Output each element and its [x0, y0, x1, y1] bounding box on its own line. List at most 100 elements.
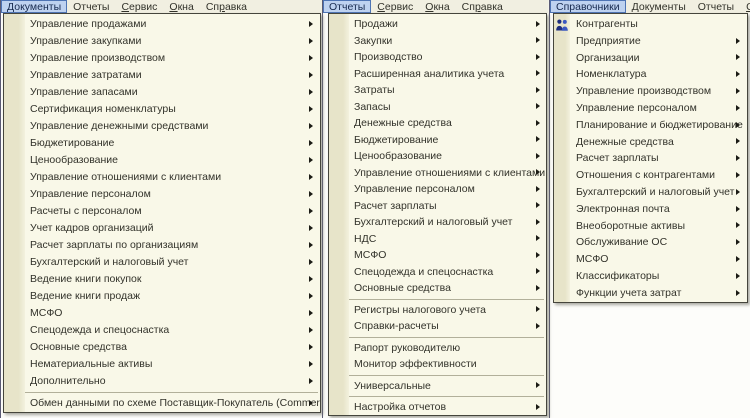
- menu-item[interactable]: Управление персоналом: [554, 100, 747, 117]
- menu-item[interactable]: Обслуживание ОС: [554, 234, 747, 251]
- menu-item-label: Планирование и бюджетирование: [576, 118, 743, 131]
- menu-item[interactable]: Бухгалтерский и налоговый учет: [329, 214, 546, 231]
- submenu-arrow-icon: [309, 191, 313, 197]
- menubar-item-сервис[interactable]: Сервис: [371, 0, 419, 13]
- menu-item[interactable]: Планирование и бюджетирование: [554, 117, 747, 134]
- menu-item[interactable]: Производство: [329, 49, 546, 66]
- menu-item[interactable]: Расширенная аналитика учета: [329, 66, 546, 83]
- menu-item[interactable]: Основные средства: [329, 280, 546, 297]
- submenu-arrow-icon: [536, 169, 540, 176]
- menu-item[interactable]: Спецодежда и спецоснастка: [4, 322, 320, 339]
- menubar-item-отчеты[interactable]: Отчеты: [67, 0, 115, 13]
- menu-item-label: Управление отношениями с клиентами: [354, 166, 546, 179]
- menu-item-label: Отношения с контрагентами: [576, 169, 716, 182]
- menubar-item-документы[interactable]: Документы: [626, 0, 692, 13]
- menu-item[interactable]: Управление денежными средствами: [4, 118, 320, 135]
- menu-item[interactable]: Обмен данными по схеме Поставщик-Покупат…: [4, 395, 320, 412]
- menu-item[interactable]: Денежные средства: [329, 115, 546, 132]
- menu-item[interactable]: Управление затратами: [4, 67, 320, 84]
- menubar-item-отчеты[interactable]: Отчеты: [323, 0, 372, 13]
- menu-item[interactable]: Основные средства: [4, 339, 320, 356]
- menu-item[interactable]: Бюджетирование: [329, 132, 546, 149]
- menu-item[interactable]: Монитор эффективности: [329, 356, 546, 373]
- menu-item[interactable]: Денежные средства: [554, 134, 747, 151]
- submenu-arrow-icon: [536, 185, 540, 192]
- menu-item[interactable]: Бюджетирование: [4, 135, 320, 152]
- menu-item[interactable]: Внеоборотные активы: [554, 218, 747, 235]
- menu-item[interactable]: Рапорт руководителю: [329, 340, 546, 357]
- menu-item[interactable]: Ценообразование: [4, 152, 320, 169]
- menu-item[interactable]: Управление продажами: [4, 16, 320, 33]
- menu-item[interactable]: Организации: [554, 50, 747, 67]
- menu-item[interactable]: МСФО: [329, 247, 546, 264]
- menu-item[interactable]: НДС: [329, 231, 546, 248]
- menu-item[interactable]: Нематериальные активы: [4, 356, 320, 373]
- menu-item-label: Организации: [576, 51, 640, 64]
- menubar-item-справка[interactable]: Сп р авка: [456, 0, 509, 13]
- submenu-arrow-icon: [309, 327, 313, 333]
- menu-item[interactable]: Регистры налогового учета: [329, 302, 546, 319]
- menu-item[interactable]: Управление персоналом: [4, 186, 320, 203]
- menubar-item-сервис[interactable]: Сервис: [115, 0, 163, 13]
- menubar-item-справка[interactable]: Сп р авка: [200, 0, 253, 13]
- menu-item[interactable]: Справки-расчеты: [329, 318, 546, 335]
- menu-item-label: Спецодежда и спецоснастка: [354, 265, 494, 278]
- menu-item[interactable]: Расчет зарплаты: [329, 198, 546, 215]
- menu-item[interactable]: Затраты: [329, 82, 546, 99]
- menu-item[interactable]: Сертификация номенклатуры: [4, 101, 320, 118]
- menu-item[interactable]: Управление запасами: [4, 84, 320, 101]
- menu-item[interactable]: Номенклатура: [554, 66, 747, 83]
- menu-item-label: Управление персоналом: [30, 188, 151, 200]
- menu-item-label: Справки-расчеты: [354, 320, 439, 332]
- menubar-item-окна[interactable]: Окна: [419, 0, 455, 13]
- menu-item[interactable]: Классификаторы: [554, 268, 747, 285]
- menubar-item-сервис[interactable]: Сервис: [740, 0, 750, 13]
- menu-item[interactable]: МСФО: [4, 305, 320, 322]
- submenu-arrow-icon: [309, 378, 313, 384]
- menu-item-label: Ценообразование: [30, 154, 118, 166]
- menu-item[interactable]: Учет кадров организаций: [4, 220, 320, 237]
- menu-item[interactable]: Ценообразование: [329, 148, 546, 165]
- menubar-item-справочники[interactable]: Справочники: [550, 0, 626, 13]
- menu-item[interactable]: МСФО: [554, 251, 747, 268]
- menubar-item-окна[interactable]: Окна: [163, 0, 199, 13]
- menu-item[interactable]: Бухгалтерский и налоговый учет: [554, 184, 747, 201]
- menu-item[interactable]: Электронная почта: [554, 201, 747, 218]
- menu-separator: [331, 374, 544, 376]
- menu-item[interactable]: Контрагенты: [554, 16, 747, 33]
- menu-item[interactable]: Отношения с контрагентами: [554, 167, 747, 184]
- menu-item[interactable]: Управление производством: [554, 83, 747, 100]
- menu-item[interactable]: Закупки: [329, 33, 546, 50]
- menu-item[interactable]: Расчет зарплаты по организациям: [4, 237, 320, 254]
- menu-item-label: Сертификация номенклатуры: [30, 103, 176, 115]
- menu-item[interactable]: Управление персоналом: [329, 181, 546, 198]
- menubar-item-отчеты[interactable]: Отчеты: [692, 0, 740, 13]
- menu-item[interactable]: Управление отношениями с клиентами: [4, 169, 320, 186]
- menu-item[interactable]: Ведение книги покупок: [4, 271, 320, 288]
- menu-item[interactable]: Управление закупками: [4, 33, 320, 50]
- menu-item-label: Денежные средства: [576, 135, 674, 148]
- menu-item[interactable]: Запасы: [329, 99, 546, 116]
- menu-item[interactable]: Универсальные: [329, 378, 546, 395]
- menu-item[interactable]: Предприятие: [554, 33, 747, 50]
- menu-item[interactable]: Дополнительно: [4, 373, 320, 390]
- menu-item[interactable]: Управление производством: [4, 50, 320, 67]
- menu-item[interactable]: Настройка отчетов: [329, 399, 546, 416]
- menu-item[interactable]: Расчеты с персоналом: [4, 203, 320, 220]
- menu-item[interactable]: Расчет зарплаты: [554, 150, 747, 167]
- submenu-arrow-icon: [309, 140, 313, 146]
- menubar-item-документы[interactable]: Документы: [1, 0, 68, 13]
- menu-item[interactable]: Управление отношениями с клиентами: [329, 165, 546, 182]
- submenu-arrow-icon: [536, 119, 540, 126]
- menu-item-label: Рапорт руководителю: [354, 341, 461, 354]
- menu-item-label: Бухгалтерский и налоговый учет: [576, 185, 735, 198]
- menu-item[interactable]: Бухгалтерский и налоговый учет: [4, 254, 320, 271]
- submenu-arrow-icon: [309, 276, 313, 282]
- menu-item[interactable]: Функции учета затрат: [554, 285, 747, 302]
- submenu-arrow-icon: [309, 400, 313, 406]
- menu-item-label: Классификаторы: [576, 269, 660, 282]
- menu-item[interactable]: Продажи: [329, 16, 546, 33]
- menu-item[interactable]: Ведение книги продаж: [4, 288, 320, 305]
- menu-item[interactable]: Спецодежда и спецоснастка: [329, 264, 546, 281]
- submenu-arrow-icon: [309, 21, 313, 27]
